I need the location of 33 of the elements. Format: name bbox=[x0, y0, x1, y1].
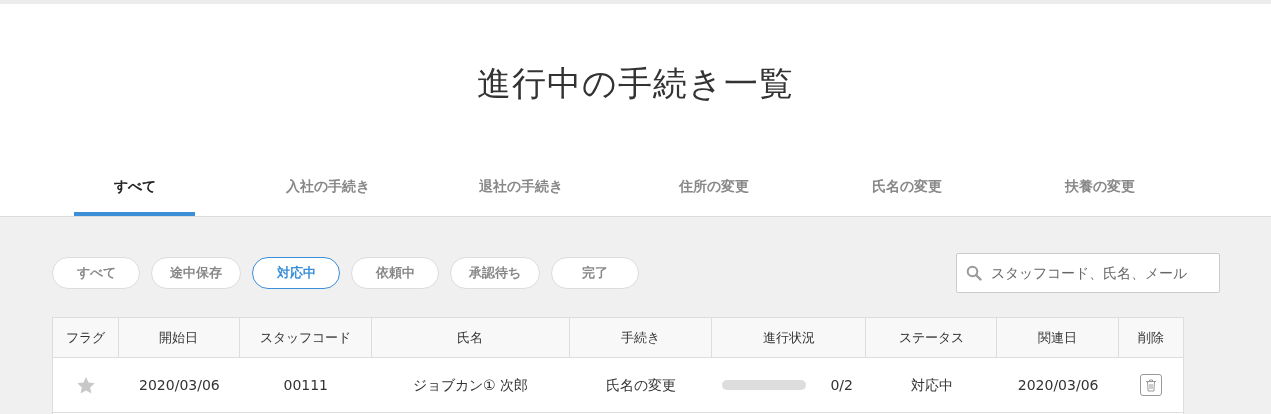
table-cell-text: 00111 bbox=[282, 375, 330, 395]
tab[interactable]: 扶養の変更 bbox=[1003, 160, 1196, 216]
search-field[interactable]: スタッフコード、氏名、メール bbox=[956, 253, 1220, 293]
filter-chip[interactable]: 途中保存 bbox=[151, 257, 241, 289]
filter-chip[interactable]: 依頼中 bbox=[351, 257, 439, 289]
table-cell-text: 2020/03/06 bbox=[1016, 375, 1100, 395]
table-cell-text: 氏名の変更 bbox=[604, 375, 677, 395]
column-header: スタッフコード bbox=[239, 318, 372, 357]
tab[interactable]: 入社の手続き bbox=[231, 160, 424, 216]
tab[interactable]: 退社の手続き bbox=[424, 160, 617, 216]
progress-count: 0/2 bbox=[830, 375, 853, 395]
filter-chip[interactable]: 対応中 bbox=[252, 257, 340, 289]
trash-icon bbox=[1145, 378, 1158, 392]
tab[interactable]: 氏名の変更 bbox=[810, 160, 1003, 216]
filter-chip[interactable]: 承認待ち bbox=[450, 257, 540, 289]
page-title: 進行中の手続き一覧 bbox=[477, 61, 794, 105]
tab[interactable]: すべて bbox=[38, 160, 231, 216]
column-header: 手続き bbox=[569, 318, 713, 357]
column-header: 関連日 bbox=[997, 318, 1120, 357]
star-icon[interactable] bbox=[76, 376, 95, 394]
table-cell-text: ジョブカン① 次郎 bbox=[412, 375, 530, 395]
filter-chip[interactable]: すべて bbox=[52, 257, 140, 289]
column-header: ステータス bbox=[866, 318, 998, 357]
table-cell-text: 2020/03/06 bbox=[138, 375, 221, 395]
column-header: 開始日 bbox=[118, 318, 240, 357]
column-header: 氏名 bbox=[371, 318, 570, 357]
column-header: フラグ bbox=[53, 318, 119, 357]
trash-button[interactable] bbox=[1140, 374, 1163, 396]
filter-chip[interactable]: 完了 bbox=[551, 257, 639, 289]
table-cell-text: 対応中 bbox=[909, 375, 954, 395]
column-header: 削除 bbox=[1137, 328, 1166, 347]
column-header: 進行状況 bbox=[712, 318, 867, 357]
tab[interactable]: 住所の変更 bbox=[617, 160, 810, 216]
